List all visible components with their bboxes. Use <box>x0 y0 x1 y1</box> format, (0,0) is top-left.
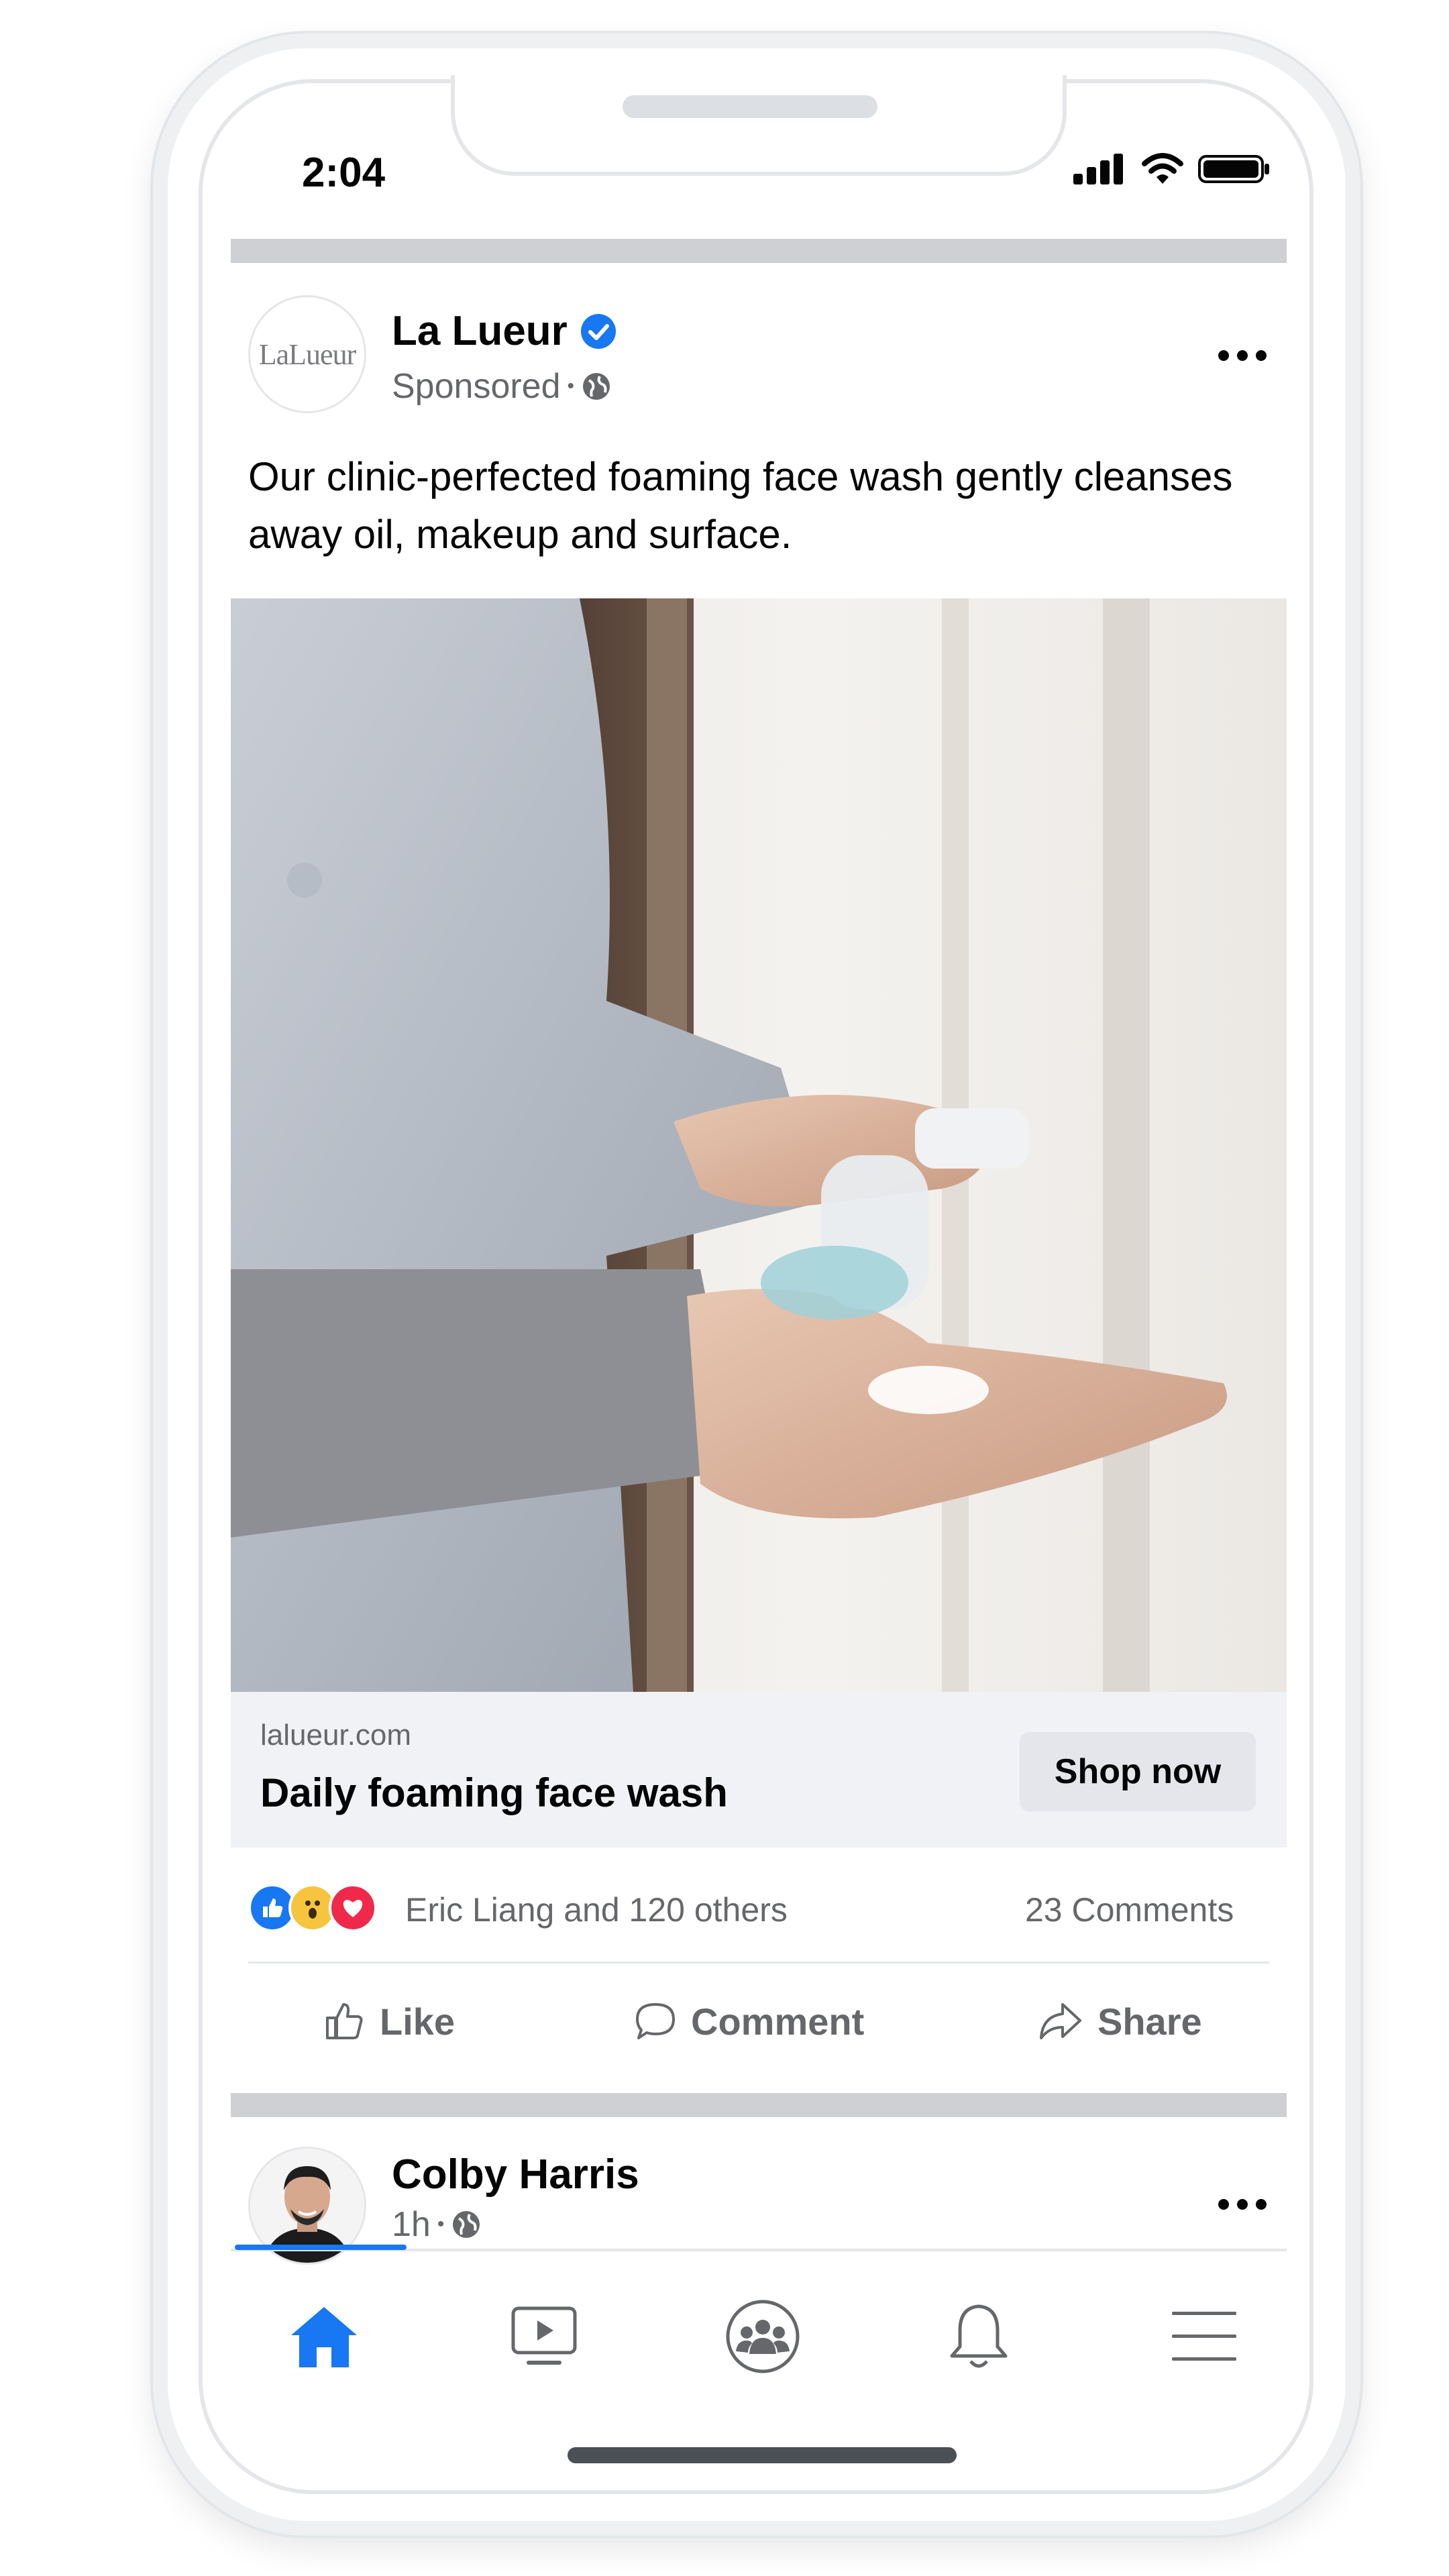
share-label: Share <box>1097 2000 1202 2043</box>
thumbs-up-icon <box>326 2003 363 2039</box>
link-domain: lalueur.com <box>260 1719 412 1752</box>
reaction-icons[interactable] <box>248 1884 377 1932</box>
comment-bubble-icon <box>636 2003 675 2039</box>
verified-badge-icon <box>580 313 616 349</box>
meta-separator-2: • <box>437 2213 445 2235</box>
home-icon <box>291 2307 357 2367</box>
like-button[interactable]: Like <box>322 1999 455 2043</box>
nav-groups[interactable] <box>719 2293 806 2380</box>
comments-count[interactable]: 23 Comments <box>1025 1890 1234 1929</box>
shop-now-button[interactable]: Shop now <box>1020 1732 1256 1811</box>
notch <box>451 75 1067 176</box>
wifi-icon <box>1142 153 1183 184</box>
menu-icon <box>1172 2312 1236 2361</box>
status-icons <box>1073 153 1271 185</box>
nav-home[interactable] <box>280 2293 368 2380</box>
page-name-row: La Lueur <box>392 307 617 355</box>
actions-divider <box>248 1962 1269 1964</box>
post-more-options-icon[interactable] <box>1217 349 1268 362</box>
nav-active-indicator <box>235 2245 407 2250</box>
globe-icon-2 <box>453 2211 480 2238</box>
meta-separator: • <box>567 375 575 397</box>
link-preview-card[interactable]: lalueur.com Daily foaming face wash Shop… <box>231 1692 1287 1847</box>
battery-icon <box>1198 155 1269 183</box>
like-label: Like <box>380 2000 455 2043</box>
share-arrow-icon <box>1040 2003 1081 2039</box>
author-post-meta: 1h • <box>392 2204 482 2245</box>
groups-icon <box>726 2300 800 2373</box>
post-body-text: Our clinic-perfected foaming face wash g… <box>248 454 1233 557</box>
reactions-summary[interactable]: Eric Liang and 120 others <box>405 1890 788 1929</box>
nav-menu[interactable] <box>1161 2293 1248 2380</box>
page-avatar[interactable]: LaLueur <box>248 295 366 413</box>
speaker-grille <box>623 95 877 118</box>
avatar-logo-text: LaLueur <box>258 337 356 371</box>
globe-icon <box>583 373 610 400</box>
ad-image[interactable] <box>231 598 1287 1692</box>
status-time: 2:04 <box>302 150 386 196</box>
ad-photo-illustration <box>231 598 1287 1692</box>
cellular-signal-icon <box>1073 154 1123 184</box>
share-button[interactable]: Share <box>1037 1999 1202 2043</box>
home-indicator[interactable] <box>568 2447 957 2463</box>
post-meta: Sponsored • <box>392 366 612 407</box>
post-time[interactable]: 1h <box>392 2204 431 2245</box>
nav-notifications[interactable] <box>935 2293 1022 2380</box>
comment-label: Comment <box>691 2000 865 2043</box>
sponsored-label[interactable]: Sponsored <box>392 366 561 407</box>
feed-divider <box>231 239 1287 263</box>
page-name[interactable]: La Lueur <box>392 307 568 355</box>
comment-button[interactable]: Comment <box>633 1999 864 2043</box>
link-headline: Daily foaming face wash <box>260 1770 728 1815</box>
nav-watch[interactable] <box>500 2293 588 2380</box>
author-name[interactable]: Colby Harris <box>392 2151 639 2198</box>
love-reaction-icon <box>329 1884 377 1932</box>
feed-divider-2 <box>231 2093 1287 2117</box>
notifications-icon <box>950 2304 1008 2368</box>
watch-icon <box>511 2306 577 2365</box>
author-more-options-icon[interactable] <box>1217 2198 1268 2211</box>
